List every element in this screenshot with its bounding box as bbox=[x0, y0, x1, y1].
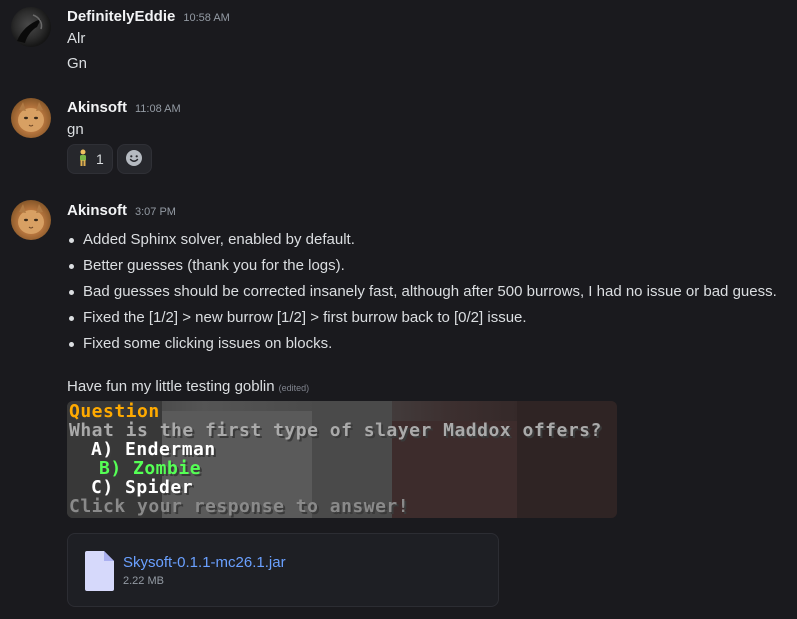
list-item: Added Sphinx solver, enabled by default. bbox=[67, 227, 777, 253]
option-b: B) Zombie bbox=[99, 458, 202, 479]
message-header: DefinitelyEddie 10:58 AM bbox=[67, 8, 230, 25]
list-item: Fixed the [1/2] > new burrow [1/2] > fir… bbox=[67, 305, 777, 331]
add-reaction-icon bbox=[125, 149, 143, 170]
file-attachment[interactable]: Skysoft-0.1.1-mc26.1.jar 2.22 MB bbox=[67, 533, 499, 607]
avatar[interactable] bbox=[11, 7, 51, 47]
answer-hint: Click your response to answer! bbox=[69, 496, 410, 517]
message-text: gn bbox=[67, 121, 84, 138]
username[interactable]: Akinsoft bbox=[67, 202, 127, 219]
message-text-row: Have fun my little testing goblin (edited… bbox=[67, 378, 309, 395]
embedded-screenshot[interactable]: Question What is the first type of slaye… bbox=[67, 401, 617, 518]
message-text: Have fun my little testing goblin bbox=[67, 378, 275, 395]
list-item: Bad guesses should be corrected insanely… bbox=[67, 279, 777, 305]
background-block bbox=[517, 401, 617, 518]
avatar[interactable] bbox=[11, 200, 51, 240]
reactions-bar: 1 bbox=[67, 144, 152, 174]
timestamp[interactable]: 3:07 PM bbox=[135, 206, 176, 218]
message-header: Akinsoft 11:08 AM bbox=[67, 99, 181, 116]
question-title: Question bbox=[69, 401, 160, 422]
avatar-image bbox=[18, 204, 44, 234]
edited-label: (edited) bbox=[278, 383, 310, 393]
file-icon bbox=[83, 550, 115, 597]
reaction-person-standing[interactable]: 1 bbox=[67, 144, 113, 174]
list-item: Better guesses (thank you for the logs). bbox=[67, 253, 777, 279]
add-reaction-button[interactable] bbox=[116, 144, 152, 174]
file-download-link[interactable]: Skysoft-0.1.1-mc26.1.jar bbox=[123, 554, 286, 571]
option-c: C) Spider bbox=[91, 477, 194, 498]
avatar-image bbox=[17, 14, 43, 43]
question-text: What is the first type of slayer Maddox … bbox=[69, 420, 602, 441]
message-text: Alr bbox=[67, 30, 86, 47]
username[interactable]: Akinsoft bbox=[67, 99, 127, 116]
chat-message-list: DefinitelyEddie 10:58 AM Alr Gn Akinsoft… bbox=[0, 0, 797, 619]
option-a: A) Enderman bbox=[91, 439, 216, 460]
avatar[interactable] bbox=[11, 98, 51, 138]
username[interactable]: DefinitelyEddie bbox=[67, 8, 175, 25]
list-item: Fixed some clicking issues on blocks. bbox=[67, 331, 777, 357]
changelog-list: Added Sphinx solver, enabled by default.… bbox=[67, 227, 777, 357]
person-standing-emoji bbox=[76, 149, 90, 170]
avatar-image bbox=[18, 102, 44, 132]
file-size: 2.22 MB bbox=[123, 575, 164, 587]
timestamp[interactable]: 10:58 AM bbox=[183, 12, 229, 24]
message-header: Akinsoft 3:07 PM bbox=[67, 202, 176, 219]
reaction-count: 1 bbox=[96, 151, 104, 167]
timestamp[interactable]: 11:08 AM bbox=[135, 103, 181, 115]
message-text: Gn bbox=[67, 55, 88, 72]
